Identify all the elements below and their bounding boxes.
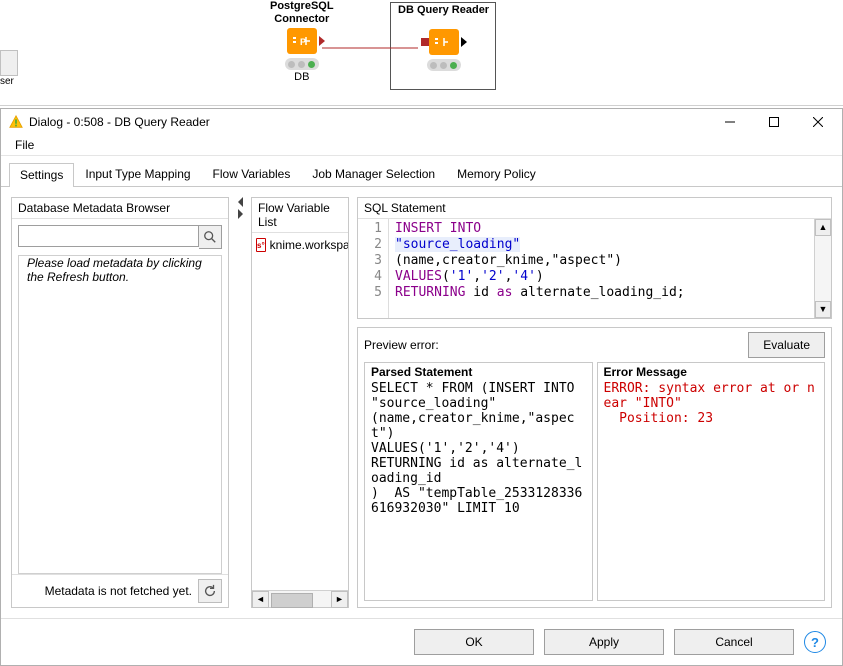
svg-text:P: P [300,37,306,47]
tab-memory-policy[interactable]: Memory Policy [446,162,547,186]
panel-header: Database Metadata Browser [12,198,228,219]
parsed-statement-title: Parsed Statement [365,363,592,381]
node-icon: P [287,28,317,54]
preview-panel: Preview error: Evaluate Parsed Statement… [357,327,832,608]
tab-settings[interactable]: Settings [9,163,74,187]
search-icon[interactable] [199,225,222,249]
tab-settings-body: Database Metadata Browser Please load me… [1,187,842,618]
db-metadata-panel: Database Metadata Browser Please load me… [11,197,229,608]
maximize-button[interactable] [752,109,796,135]
vertical-scrollbar[interactable]: ▲ ▼ [814,219,831,318]
panel-header: Flow Variable List [252,198,348,233]
dialog-button-bar: OK Apply Cancel ? [1,618,842,665]
splitter[interactable] [237,197,243,608]
refresh-button[interactable] [198,579,222,603]
preview-error-label: Preview error: [364,338,740,352]
scroll-left-icon[interactable]: ◄ [252,591,269,608]
panel-header: SQL Statement [358,198,831,219]
window-title: Dialog - 0:508 - DB Query Reader [29,115,702,129]
node-label: PostgreSQLConnector [270,0,334,26]
metadata-search-input[interactable] [18,225,199,247]
tab-bar: Settings Input Type Mapping Flow Variabl… [1,156,842,187]
node-icon [429,29,459,55]
cancel-button[interactable]: Cancel [674,629,794,655]
tab-input-mapping[interactable]: Input Type Mapping [74,162,201,186]
scroll-up-icon[interactable]: ▲ [815,219,831,236]
workflow-canvas[interactable]: ser PostgreSQLConnector P DB DB Query Re… [0,0,843,106]
error-message-box: Error Message ERROR: syntax error at or … [597,362,826,601]
metadata-hint: Please load metadata by clicking the Ref… [18,255,222,574]
flow-variable-panel: Flow Variable List s° knime.workspa ◄ ► [251,197,349,608]
node-label: DB Query Reader [398,4,489,17]
titlebar[interactable]: Dialog - 0:508 - DB Query Reader [1,109,842,135]
apply-button[interactable]: Apply [544,629,664,655]
node-postgresql-connector[interactable]: PostgreSQLConnector P DB [270,0,334,83]
scrollbar-thumb[interactable] [271,593,313,608]
node-annotation: DB [270,71,334,83]
evaluate-button[interactable]: Evaluate [748,332,825,358]
close-button[interactable] [796,109,840,135]
help-icon[interactable]: ? [804,631,826,653]
line-gutter: 12345 [358,219,389,318]
chevron-right-icon [238,209,243,219]
scroll-right-icon[interactable]: ► [331,591,348,608]
panel-sliver [0,50,18,76]
tab-flow-variables[interactable]: Flow Variables [202,162,302,186]
parsed-statement-body[interactable]: SELECT * FROM (INSERT INTO "source_loadi… [365,381,592,600]
flow-variable-name: knime.workspa [270,238,348,252]
scroll-down-icon[interactable]: ▼ [815,301,831,318]
file-menu[interactable]: File [9,136,40,154]
input-port-icon[interactable] [421,38,429,46]
error-message-body[interactable]: ERROR: syntax error at or near "INTO" Po… [598,381,825,600]
node-status-icon [427,59,461,71]
sql-statement-panel: SQL Statement 12345 INSERT INTO "source_… [357,197,832,319]
string-variable-icon: s° [256,238,266,252]
menubar: File [1,135,842,156]
node-db-query-reader[interactable]: DB Query Reader [398,4,489,71]
output-port-icon[interactable] [461,37,467,47]
error-message-title: Error Message [598,363,825,381]
tab-job-manager[interactable]: Job Manager Selection [301,162,446,186]
connection-line[interactable] [322,44,418,52]
chevron-left-icon [238,197,243,207]
flow-variable-item[interactable]: s° knime.workspa [254,237,346,253]
node-status-icon [285,58,319,70]
metadata-footer-text: Metadata is not fetched yet. [18,584,192,598]
minimize-button[interactable] [708,109,752,135]
horizontal-scrollbar[interactable]: ◄ ► [252,590,348,607]
warning-icon [9,115,23,129]
flow-variable-list[interactable]: s° knime.workspa [252,233,348,590]
sql-editor[interactable]: INSERT INTO "source_loading" (name,creat… [389,219,814,318]
dialog-window: Dialog - 0:508 - DB Query Reader File Se… [0,108,843,666]
panel-sliver-label: ser [0,76,14,87]
ok-button[interactable]: OK [414,629,534,655]
parsed-statement-box: Parsed Statement SELECT * FROM (INSERT I… [364,362,593,601]
